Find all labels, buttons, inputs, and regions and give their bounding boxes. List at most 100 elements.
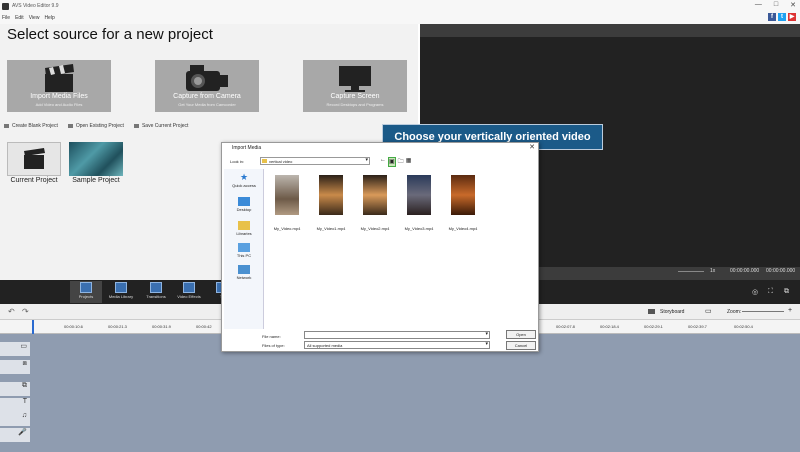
place-desktop[interactable]: Desktop	[224, 197, 264, 212]
microphone-icon: 🎤	[18, 429, 27, 436]
create-blank-project-button[interactable]: Create Blank Project	[4, 123, 58, 129]
tile-title: Capture from Camera	[173, 93, 241, 100]
open-existing-project-button[interactable]: Open Existing Project	[67, 123, 124, 129]
social-links: f t ▶	[768, 13, 796, 21]
place-this-pc[interactable]: This PC	[224, 243, 264, 258]
file-item[interactable]: My_Video.mp4	[268, 175, 306, 235]
file-item[interactable]: My_Video1.mp4	[312, 175, 350, 235]
effects-track-icon: ⧈	[22, 360, 27, 367]
ruler-tick: 00:02:39.7	[688, 324, 707, 329]
sample-project-label: Sample Project	[72, 177, 120, 184]
zoom-in-icon[interactable]: +	[788, 307, 792, 314]
minimize-button[interactable]: —	[755, 1, 762, 9]
current-project-thumbnail[interactable]	[7, 142, 61, 176]
current-project-label: Current Project	[10, 177, 58, 184]
tile-title: Import Media Files	[30, 93, 88, 100]
speed-slider[interactable]	[678, 271, 704, 272]
file-name-input[interactable]	[304, 331, 490, 339]
video-thumbnail	[275, 175, 299, 215]
sample-project-thumbnail[interactable]	[69, 142, 123, 176]
menu-help[interactable]: Help	[44, 15, 54, 21]
text-track-icon: T	[22, 398, 27, 405]
new-folder-icon[interactable]: 🗀	[398, 157, 404, 167]
look-in-select[interactable]: vertical video	[260, 157, 370, 165]
snapshot-icon[interactable]: ◎	[752, 288, 758, 296]
overlay-track-header: ⧉	[0, 382, 30, 396]
save-icon	[133, 123, 139, 128]
menu-file[interactable]: File	[2, 15, 10, 21]
twitter-icon[interactable]: t	[778, 13, 786, 21]
file-item[interactable]: My_Video4.mp4	[444, 175, 482, 235]
place-libraries[interactable]: Libraries	[224, 221, 264, 236]
tile-subtitle: Add Video and Audio Files	[35, 102, 83, 107]
menu-edit[interactable]: Edit	[15, 15, 24, 21]
ruler-tick: 00:02:18.4	[600, 324, 619, 329]
tile-subtitle: Record Desktops and Programs	[326, 102, 384, 107]
back-icon[interactable]: ←	[380, 157, 386, 167]
video-thumbnail	[451, 175, 475, 215]
file-item[interactable]: My_Video3.mp4	[400, 175, 438, 235]
place-network[interactable]: Network	[224, 265, 264, 280]
fullscreen-icon[interactable]: ⛶	[768, 288, 773, 296]
open-folder-icon	[67, 123, 73, 128]
page-title: Select source for a new project	[7, 26, 213, 43]
file-type-select[interactable]: All supported media	[304, 341, 490, 349]
place-quick-access[interactable]: ★ Quick access	[224, 173, 264, 189]
up-folder-icon[interactable]: ▣	[388, 157, 396, 167]
computer-icon	[238, 243, 250, 252]
text-track-header: T	[0, 398, 30, 412]
zoom-slider[interactable]	[742, 311, 784, 312]
open-button[interactable]: Open	[506, 330, 536, 339]
libraries-icon	[238, 221, 250, 230]
undo-icon[interactable]: ↶	[8, 307, 15, 316]
redo-icon[interactable]: ↷	[22, 307, 29, 316]
capture-camera-tile[interactable]: Capture from Camera Get Your Media from …	[155, 60, 259, 112]
playhead[interactable]	[32, 320, 34, 334]
places-sidebar: ★ Quick access Desktop Libraries This PC…	[224, 169, 264, 329]
folder-icon	[262, 159, 267, 163]
ruler-tick: 00:02:50.4	[734, 324, 753, 329]
cancel-button[interactable]: Cancel	[506, 341, 536, 350]
ruler-tick: 00:00:42	[196, 324, 212, 329]
tile-title: Capture Screen	[330, 93, 380, 100]
file-type-label: Files of type:	[262, 343, 285, 348]
capture-screen-tile[interactable]: Capture Screen Record Desktops and Progr…	[303, 60, 407, 112]
ruler-tick: 00:00:10.6	[64, 324, 83, 329]
close-button[interactable]: ✕	[790, 1, 796, 9]
project-actions: Create Blank Project Open Existing Proje…	[4, 123, 188, 129]
time-current: 00:00:00.000	[730, 268, 760, 274]
dialog-toolbar: ← ▣ 🗀 ▦	[380, 157, 411, 167]
video-track-icon: ▭	[20, 343, 27, 350]
dialog-close-icon[interactable]: ✕	[529, 143, 535, 151]
tab-projects[interactable]: Projects	[70, 281, 102, 303]
video-thumbnail	[363, 175, 387, 215]
facebook-icon[interactable]: f	[768, 13, 776, 21]
ruler-tick: 00:02:29.1	[644, 324, 663, 329]
tab-video-effects[interactable]: Video Effects	[173, 281, 205, 303]
effects-icon	[183, 282, 195, 293]
tab-media-library[interactable]: Media Library	[105, 281, 137, 303]
look-in-label: Look in:	[230, 159, 245, 164]
file-list: My_Video.mp4 My_Video1.mp4 My_Video2.mp4…	[266, 169, 534, 329]
film-icon	[80, 282, 92, 293]
dialog-title: Import Media	[222, 143, 538, 153]
file-item[interactable]: My_Video2.mp4	[356, 175, 394, 235]
youtube-icon[interactable]: ▶	[788, 13, 796, 21]
effects-track-header: ⧈	[0, 360, 30, 374]
video-thumbnail	[407, 175, 431, 215]
view-menu-icon[interactable]: ▦	[406, 157, 412, 167]
storyboard-toggle[interactable]: Storyboard	[660, 309, 684, 315]
maximize-button[interactable]: □	[774, 1, 778, 9]
ruler-tick: 00:00:21.3	[108, 324, 127, 329]
storyboard-icon	[648, 309, 655, 314]
clapperboard-icon	[24, 148, 45, 169]
window-title: AVS Video Editor 9.9	[12, 3, 59, 9]
detach-preview-icon[interactable]: ⧉	[784, 288, 789, 296]
import-media-tile[interactable]: Import Media Files Add Video and Audio F…	[7, 60, 111, 112]
file-name-label: File name:	[262, 334, 281, 339]
voice-track-header: 🎤	[0, 428, 30, 442]
tab-transitions[interactable]: Transitions	[140, 281, 172, 303]
monitor-settings-icon[interactable]: ▭	[705, 307, 712, 315]
save-current-project-button[interactable]: Save Current Project	[133, 123, 188, 129]
menu-view[interactable]: View	[29, 15, 40, 21]
